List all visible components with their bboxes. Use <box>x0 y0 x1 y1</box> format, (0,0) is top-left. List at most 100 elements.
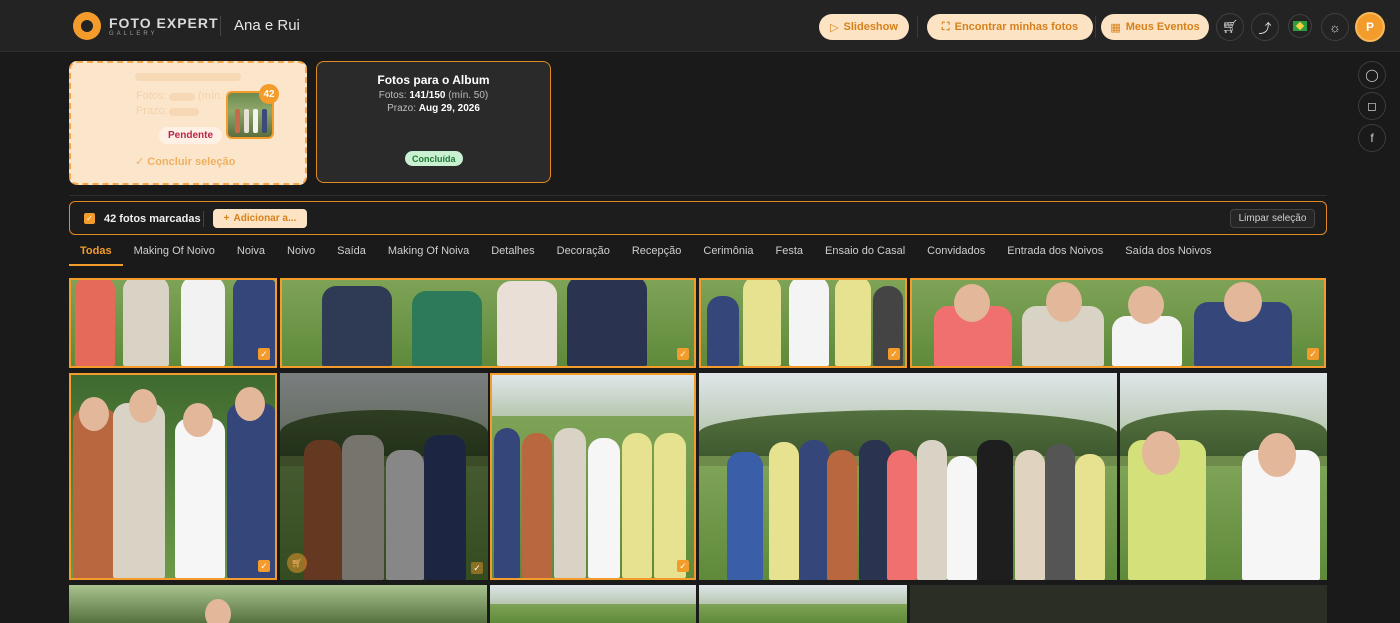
finish-selection-button[interactable]: ✓ Concluir seleção <box>135 155 235 168</box>
selected-checkbox[interactable]: ✓ <box>677 348 689 360</box>
photo-face <box>205 599 231 623</box>
chat-icon[interactable]: ◯ <box>1358 61 1386 89</box>
album-photos-label: Fotos: <box>378 90 407 101</box>
photo-sky <box>490 585 696 604</box>
tab-noiva[interactable]: Noiva <box>226 236 276 266</box>
cart-icon[interactable]: 🛒︎ <box>1216 13 1244 41</box>
photo-background <box>490 604 696 623</box>
unselected-checkbox[interactable]: ✓ <box>471 562 483 574</box>
photo-tile[interactable]: ✓ <box>69 278 277 368</box>
photo-background <box>280 466 488 580</box>
tab-cerimonia[interactable]: Cerimônia <box>692 236 764 266</box>
album-min-label: (mín. 50) <box>448 90 489 101</box>
photo-figure <box>113 403 165 578</box>
photo-tile[interactable] <box>910 585 1327 623</box>
photo-tile[interactable] <box>699 373 1117 580</box>
tab-saida-dos-noivos[interactable]: Saída dos Noivos <box>1114 236 1222 266</box>
header-divider <box>220 16 221 36</box>
slideshow-button[interactable]: ▷ Slideshow <box>819 14 909 40</box>
photo-figure <box>494 428 520 578</box>
tab-making-of-noivo[interactable]: Making Of Noivo <box>123 236 226 266</box>
photo-face <box>1128 286 1164 324</box>
tab-festa[interactable]: Festa <box>765 236 815 266</box>
selected-checkbox[interactable]: ✓ <box>888 348 900 360</box>
status-badge: Pendente <box>159 127 223 144</box>
aperture-logo-icon[interactable] <box>73 12 101 40</box>
photo-figure <box>554 428 586 578</box>
album-deadline-row: Prazo: Aug 29, 2026 <box>317 103 550 114</box>
status-badge: Concluída <box>405 151 463 166</box>
photo-tile[interactable]: ✓ <box>490 373 696 580</box>
photo-face <box>1224 282 1262 322</box>
facebook-icon[interactable]: f <box>1358 124 1386 152</box>
tab-making-of-noiva[interactable]: Making Of Noiva <box>377 236 480 266</box>
photo-figure <box>386 450 424 580</box>
thumb-figure <box>253 109 258 133</box>
photo-tile[interactable] <box>1120 373 1327 580</box>
selected-checkbox[interactable]: ✓ <box>677 560 689 572</box>
share-icon[interactable]: ⤴ <box>1251 13 1279 41</box>
deadline-value-blurred <box>169 108 199 116</box>
tab-saida[interactable]: Saída <box>326 236 377 266</box>
album-photos-row: Fotos: 141/150 (mín. 50) <box>317 90 550 101</box>
tab-entrada-dos-noivos[interactable]: Entrada dos Noivos <box>996 236 1114 266</box>
event-title: Ana e Rui <box>234 17 300 34</box>
photo-tile[interactable] <box>69 585 487 623</box>
album-deadline-value: Aug 29, 2026 <box>418 103 480 114</box>
selected-checkbox[interactable]: ✓ <box>258 560 270 572</box>
tab-todas[interactable]: Todas <box>69 236 123 266</box>
select-all-checkbox[interactable]: ✓ <box>84 213 95 224</box>
photo-tile[interactable] <box>490 585 696 623</box>
tab-noivo[interactable]: Noivo <box>276 236 326 266</box>
photo-tile[interactable]: ✓ <box>69 373 277 580</box>
photo-sky <box>280 373 488 436</box>
tab-recepcao[interactable]: Recepção <box>621 236 693 266</box>
photo-figure <box>799 440 829 580</box>
brazil-flag-icon[interactable] <box>1288 14 1312 38</box>
face-scan-icon: ⛶ <box>941 20 950 33</box>
selection-card-title-blurred <box>135 73 241 81</box>
photo-tile[interactable] <box>699 585 907 623</box>
photo-figure <box>497 281 557 366</box>
bar-divider <box>203 211 204 227</box>
clear-selection-button[interactable]: Limpar seleção <box>1230 209 1315 228</box>
selected-checkbox[interactable]: ✓ <box>258 348 270 360</box>
top-header: FOTO EXPERT GALLERY Ana e Rui ▷ Slidesho… <box>0 0 1400 52</box>
photo-figure <box>707 296 739 366</box>
category-tabs: Todas Making Of Noivo Noiva Noivo Saída … <box>69 236 1222 268</box>
album-card-title: Fotos para o Album <box>377 73 490 87</box>
tab-decoracao[interactable]: Decoração <box>546 236 621 266</box>
album-card[interactable]: Fotos para o Album Fotos: 141/150 (mín. … <box>316 61 551 183</box>
tab-detalhes[interactable]: Detalhes <box>480 236 545 266</box>
photo-figure <box>1015 450 1045 580</box>
photo-background <box>699 604 907 623</box>
add-to-cart-icon[interactable]: 🛒︎ <box>287 553 307 573</box>
photo-figure <box>233 280 275 366</box>
photo-face <box>1142 431 1180 475</box>
deadline-label: Prazo: <box>136 105 168 117</box>
photo-tile[interactable]: 🛒︎ ✓ <box>280 373 488 580</box>
sun-icon[interactable]: ☼ <box>1321 13 1349 41</box>
photo-figure <box>789 280 829 366</box>
count-badge: 42 <box>259 84 279 104</box>
play-icon: ▷ <box>830 21 839 34</box>
avatar[interactable]: P <box>1355 12 1385 42</box>
find-my-photos-button[interactable]: ⛶ Encontrar minhas fotos <box>927 14 1093 40</box>
photo-tile[interactable]: ✓ <box>280 278 696 368</box>
tab-ensaio-do-casal[interactable]: Ensaio do Casal <box>814 236 916 266</box>
add-to-button[interactable]: + Adicionar a... <box>213 209 307 228</box>
selection-card[interactable]: Fotos: (mín. 5 Prazo: Pendente 42 ✓ Conc… <box>69 61 307 185</box>
album-photos-value: 141/150 <box>409 90 446 101</box>
photo-figure <box>227 403 275 578</box>
photo-tile[interactable]: ✓ <box>699 278 907 368</box>
photo-figure <box>181 280 225 366</box>
photo-figure <box>887 450 917 580</box>
photo-face <box>183 403 213 437</box>
photo-tile[interactable]: ✓ <box>910 278 1326 368</box>
my-events-button[interactable]: ▦ Meus Eventos <box>1101 14 1209 40</box>
selected-checkbox[interactable]: ✓ <box>1307 348 1319 360</box>
instagram-icon[interactable]: ◻ <box>1358 92 1386 120</box>
photo-face <box>1258 433 1296 477</box>
tab-convidados[interactable]: Convidados <box>916 236 996 266</box>
photo-figure <box>424 435 466 580</box>
